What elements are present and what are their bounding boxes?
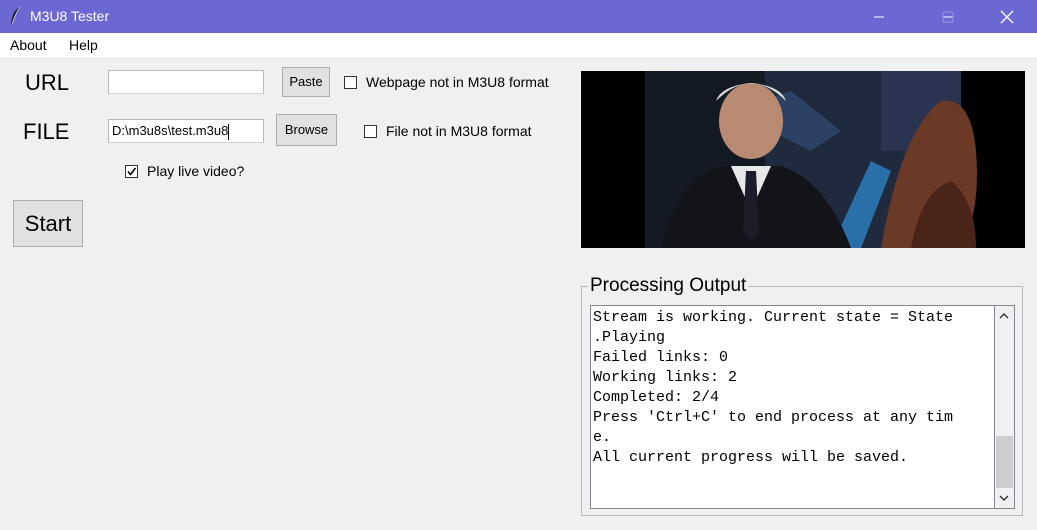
- feather-icon: [11, 6, 21, 25]
- minimize-icon: [874, 16, 884, 17]
- minimize-button[interactable]: [856, 0, 902, 33]
- video-preview: [581, 71, 1025, 248]
- menu-about[interactable]: About: [10, 37, 47, 53]
- maximize-button[interactable]: [925, 0, 971, 33]
- close-button[interactable]: [984, 0, 1030, 33]
- scroll-down-icon[interactable]: [999, 494, 1009, 502]
- browse-button[interactable]: Browse: [276, 114, 337, 146]
- output-line: All current progress will be saved.: [593, 449, 909, 466]
- scroll-up-icon[interactable]: [999, 312, 1009, 320]
- output-line: e.: [593, 429, 612, 446]
- video-frame-image: [581, 71, 1025, 248]
- webpage-not-m3u8-checkbox[interactable]: [344, 76, 357, 89]
- file-not-m3u8-label: File not in M3U8 format: [386, 123, 532, 139]
- file-input-value: D:\m3u8s\test.m3u8: [112, 123, 229, 138]
- webpage-not-m3u8-label: Webpage not in M3U8 format: [366, 74, 549, 90]
- url-input[interactable]: [108, 70, 264, 94]
- close-icon: [1000, 10, 1014, 23]
- maximize-icon: [942, 11, 954, 22]
- checkmark-icon: [127, 167, 137, 176]
- output-line: Working links: 2: [593, 369, 738, 386]
- play-live-checkbox[interactable]: [125, 165, 138, 178]
- url-label: URL: [25, 70, 70, 95]
- start-button[interactable]: Start: [13, 200, 83, 247]
- play-live-label: Play live video?: [147, 163, 245, 179]
- processing-output-legend: Processing Output: [588, 275, 749, 297]
- output-line: Failed links: 0: [593, 349, 729, 366]
- scrollbar-thumb[interactable]: [996, 436, 1013, 488]
- output-textbox[interactable]: Stream is working. Current state = State…: [590, 305, 995, 509]
- menu-bar: [0, 33, 1037, 57]
- output-line: Press 'Ctrl+C' to end process at any tim: [593, 409, 954, 426]
- file-input[interactable]: D:\m3u8s\test.m3u8: [108, 119, 264, 143]
- file-not-m3u8-checkbox[interactable]: [364, 125, 377, 138]
- output-line: Completed: 2/4: [593, 389, 720, 406]
- text-cursor: [228, 123, 230, 140]
- window-title: M3U8 Tester: [30, 8, 110, 24]
- paste-button[interactable]: Paste: [282, 67, 330, 97]
- output-scrollbar[interactable]: [995, 305, 1015, 509]
- output-line: .Playing: [593, 329, 666, 346]
- menu-help[interactable]: Help: [69, 37, 98, 53]
- file-label: FILE: [23, 119, 70, 144]
- output-line: Stream is working. Current state = State: [593, 309, 954, 326]
